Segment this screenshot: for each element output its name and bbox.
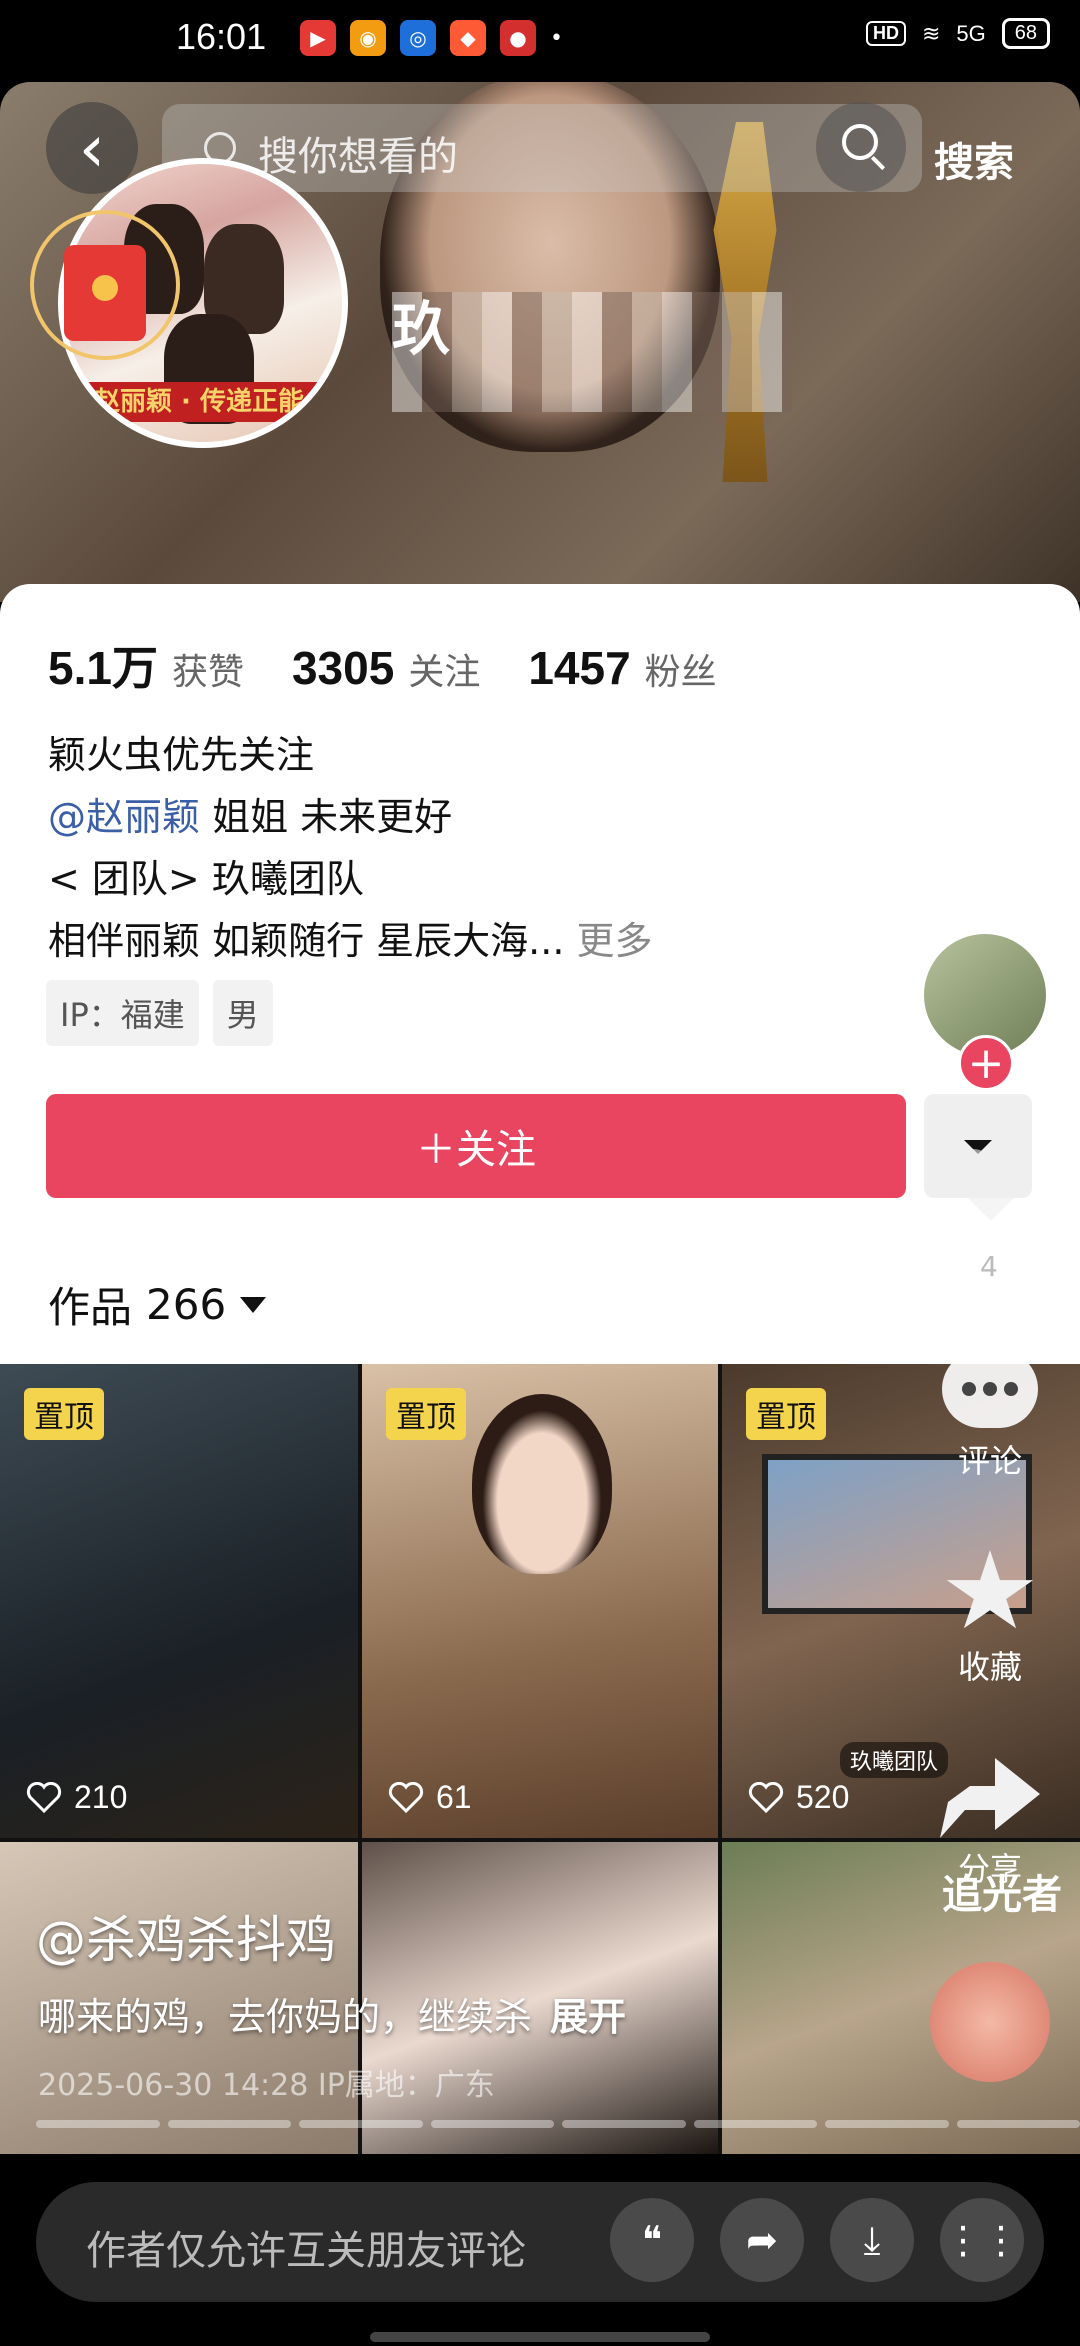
bio-line: < 团队> 玖曦团队 (48, 857, 364, 901)
comment-icon (942, 1350, 1038, 1428)
thumbnail-likes: 210 (26, 1779, 127, 1816)
browser-icon: ◎ (400, 20, 436, 56)
heart-icon[interactable] (946, 1140, 1036, 1230)
video-caption: 哪来的鸡，去你妈的，继续杀 展开 (38, 1986, 626, 2041)
likes-value: 210 (74, 1779, 128, 1815)
search-placeholder: 搜你想看的 (258, 134, 458, 180)
like-count: 4 (980, 1250, 998, 1283)
likes-value: 61 (436, 1779, 472, 1815)
comment-input[interactable]: 作者仅允许互关朋友评论 (86, 2218, 526, 2276)
thumbnail-likes: 61 (388, 1779, 472, 1816)
comment-label: 评论 (957, 1442, 1022, 1480)
battery-icon: 68 (1001, 18, 1050, 49)
likes-label: 获赞 (171, 652, 244, 693)
followers-count[interactable]: 1457 (528, 641, 630, 695)
progress-segment (167, 2120, 291, 2128)
heart-outline-icon (748, 1781, 784, 1813)
download-icon[interactable]: ⤓ (830, 2198, 914, 2282)
wifi-icon: ≋ (921, 20, 941, 46)
search-button[interactable]: 搜索 (934, 130, 1014, 188)
magnifier-icon (842, 124, 878, 160)
profile-card: 5.1万 获赞 3305 关注 1457 粉丝 颖火虫优先关注 @赵丽颖 姐姐 … (0, 584, 1080, 1364)
video-thumbnail[interactable]: 置顶 61 (362, 1364, 718, 1838)
followers-label: 粉丝 (644, 652, 717, 693)
video-app-icon: ▶ (300, 20, 336, 56)
avatar-banner-text: 赵丽颖 · 传递正能 (94, 387, 304, 417)
bio-line: 颖火虫优先关注 (48, 733, 315, 777)
blurred-username (392, 292, 792, 412)
progress-segment (693, 2120, 817, 2128)
bio-text: 姐姐 未来更好 (200, 795, 453, 839)
pinned-badge: 置顶 (746, 1388, 826, 1440)
signal-icon: 5G (956, 20, 986, 46)
works-label: 作品 (48, 1283, 133, 1332)
pinned-badge: 置顶 (386, 1388, 466, 1440)
pinned-badge: 置顶 (24, 1388, 104, 1440)
progress-segment (562, 2120, 686, 2128)
stats-row: 5.1万 获赞 3305 关注 1457 粉丝 (48, 632, 765, 698)
progress-segment (825, 2120, 949, 2128)
caret-down-icon (240, 1296, 267, 1313)
comment-action[interactable]: 评论 (930, 1350, 1050, 1482)
gender-tag: 男 (212, 980, 273, 1046)
expand-link[interactable]: 展开 (550, 1995, 626, 2039)
video-author[interactable]: @杀鸡杀抖鸡 (36, 1900, 336, 1972)
star-icon (946, 1550, 1034, 1629)
more-link[interactable]: 更多 (564, 919, 652, 963)
red-packet-icon[interactable] (64, 245, 146, 341)
thumbnail-photo (472, 1394, 612, 1574)
grid-menu-icon[interactable]: ⋮⋮ (940, 2198, 1024, 2282)
follow-plus-icon[interactable]: + (958, 1035, 1014, 1091)
ip-tag: IP：福建 (46, 980, 199, 1046)
caption-text: 哪来的鸡，去你妈的，继续杀 (38, 1995, 533, 2039)
thumbnail-sticker (930, 1962, 1050, 2082)
notification-icons: ▶ ◉ ◎ ◆ ● • (300, 20, 563, 56)
works-count: 266 (146, 1280, 227, 1329)
likes-value: 520 (796, 1779, 850, 1815)
share-icon (940, 1758, 1040, 1838)
likes-count[interactable]: 5.1万 (48, 632, 158, 698)
status-right: HD ≋ 5G 68 (865, 18, 1050, 49)
video-meta: 2025-06-30 14:28 IP属地：广东 (38, 2068, 495, 2103)
favorite-label: 收藏 (957, 1648, 1022, 1686)
bio-text: 相伴丽颖 如颖随行 星辰大海... (48, 919, 565, 963)
search-icon-button[interactable] (816, 102, 906, 192)
share-label: 分享 (957, 1850, 1022, 1888)
favorite-action[interactable]: 收藏 (930, 1550, 1050, 1688)
progress-segment (36, 2120, 160, 2128)
share-arrow-icon[interactable]: ➦ (720, 2198, 804, 2282)
weibo-icon: ◉ (350, 20, 386, 56)
thumbnail-likes: 520 (748, 1779, 849, 1816)
comment-bar-icons: ❝ ➦ ⤓ ⋮⋮ (610, 2198, 1024, 2282)
home-indicator[interactable] (370, 2332, 710, 2342)
mention-link[interactable]: @赵丽颖 (48, 795, 200, 839)
follow-button[interactable]: ＋关注 (46, 1094, 906, 1198)
heart-outline-icon (26, 1781, 62, 1813)
progress-segment (956, 2120, 1080, 2128)
shopping-icon: ◆ (450, 20, 486, 56)
following-count[interactable]: 3305 (292, 641, 394, 695)
username-visible: 玖 (392, 295, 451, 363)
status-bar: 16:01 ▶ ◉ ◎ ◆ ● • HD ≋ 5G 68 (0, 0, 1080, 78)
comment-bar[interactable]: 作者仅允许互关朋友评论 ❝ ➦ ⤓ ⋮⋮ (36, 2182, 1044, 2302)
more-notifications-icon: • (550, 25, 563, 51)
heart-outline-icon (388, 1781, 424, 1813)
hd-badge: HD (865, 21, 906, 46)
bio-line: @赵丽颖 姐姐 未来更好 (48, 786, 653, 848)
bio-line: 相伴丽颖 如颖随行 星辰大海... 更多 (48, 910, 653, 972)
bio: 颖火虫优先关注 @赵丽颖 姐姐 未来更好 < 团队> 玖曦团队 相伴丽颖 如颖随… (48, 724, 653, 972)
share-action[interactable]: 分享 (930, 1758, 1050, 1890)
video-thumbnail[interactable]: 置顶 210 (0, 1364, 358, 1838)
following-label: 关注 (408, 652, 481, 693)
video-progress[interactable] (36, 2120, 1080, 2128)
cat-app-icon: ● (500, 20, 536, 56)
profile-tags: IP：福建 男 (46, 980, 273, 1046)
works-tab[interactable]: 作品 266 (48, 1274, 267, 1335)
quote-icon[interactable]: ❝ (610, 2198, 694, 2282)
progress-segment (430, 2120, 554, 2128)
progress-segment (299, 2120, 423, 2128)
status-time: 16:01 (176, 16, 267, 57)
